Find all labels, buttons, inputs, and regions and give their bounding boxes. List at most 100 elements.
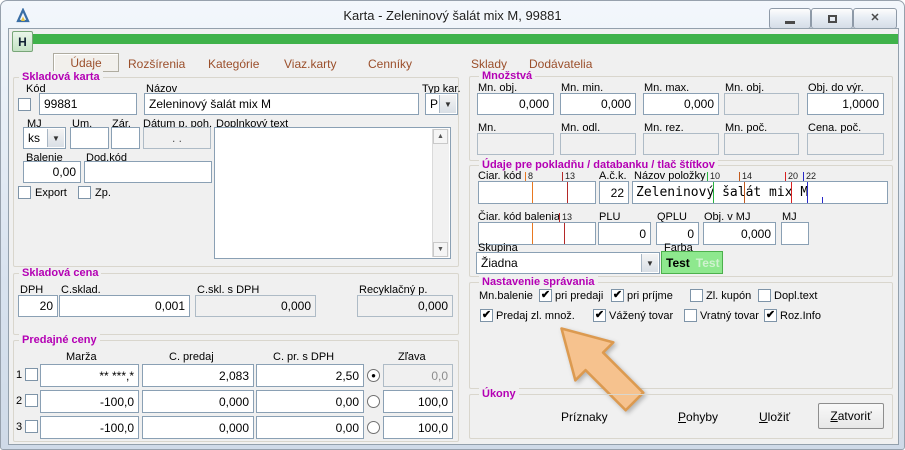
price-vat-field-1[interactable]: 2,50 bbox=[256, 364, 364, 387]
export-checkbox[interactable] bbox=[18, 186, 31, 199]
price-vat-field-2[interactable]: 0,00 bbox=[256, 390, 364, 413]
group-behavior-title: Nastavenie správania bbox=[479, 276, 598, 288]
item-name-ruler-tick bbox=[822, 197, 823, 203]
register-unit-field[interactable] bbox=[781, 222, 809, 245]
maximize-button[interactable] bbox=[811, 8, 853, 29]
checkbox-roz-info[interactable]: ✔ bbox=[764, 309, 777, 322]
price-row2-radio[interactable] bbox=[367, 395, 380, 408]
margin-field-2[interactable]: -100,0 bbox=[40, 390, 139, 413]
code-checkbox[interactable] bbox=[18, 98, 31, 111]
price-field-3[interactable]: 0,000 bbox=[142, 416, 254, 439]
group-sale-prices-title: Predajné ceny bbox=[19, 334, 100, 346]
recycling-field: 0,000 bbox=[357, 295, 453, 317]
package-barcode-ruler-line-8 bbox=[532, 223, 533, 244]
checkbox-predaj-zl-mnoz[interactable]: ✔ bbox=[480, 309, 493, 322]
tab-rozsirenia[interactable]: Rozšírenia bbox=[128, 57, 185, 71]
qty-reserved-field bbox=[643, 133, 719, 155]
name-field[interactable]: Zeleninový šalát mix M bbox=[144, 93, 419, 115]
qty-to-production-field[interactable]: 1,0000 bbox=[807, 93, 884, 115]
unit-combobox[interactable]: ks ▼ bbox=[23, 127, 66, 149]
chevron-down-icon[interactable]: ▼ bbox=[641, 254, 658, 272]
qty-order2-field bbox=[724, 93, 799, 115]
qty-stock-field bbox=[477, 133, 554, 155]
qty-min-field[interactable]: 0,000 bbox=[560, 93, 636, 115]
item-name-field[interactable]: Zeleninový šalát mix M bbox=[632, 181, 888, 204]
minimize-button[interactable] bbox=[769, 8, 811, 29]
order-in-unit-field[interactable]: 0,000 bbox=[703, 222, 776, 245]
extra-text-scrollbar[interactable]: ▲ ▼ bbox=[432, 129, 449, 257]
package-qty-label: Mn.balenie bbox=[479, 290, 533, 302]
pohyby-button[interactable]: Pohyby bbox=[678, 410, 718, 424]
location-field[interactable] bbox=[70, 127, 109, 149]
group-stock-price-title: Skladová cena bbox=[19, 267, 101, 279]
extra-text-textarea[interactable]: ▲ ▼ bbox=[214, 127, 451, 259]
price-row-num: 3 bbox=[16, 421, 22, 433]
checkbox-vratny-tovar[interactable] bbox=[684, 309, 697, 322]
minimize-icon bbox=[785, 21, 795, 24]
checkbox-pri-predaji[interactable]: ✔ bbox=[539, 289, 552, 302]
checkbox-pri-prijme[interactable]: ✔ bbox=[611, 289, 624, 302]
price-vat-field-3[interactable]: 0,00 bbox=[256, 416, 364, 439]
price-header: C. predaj bbox=[169, 351, 214, 363]
item-name-ruler-line-14 bbox=[744, 182, 745, 203]
barcode-field[interactable] bbox=[478, 181, 596, 204]
tab-udaje[interactable]: Údaje bbox=[53, 53, 119, 72]
warranty-field[interactable] bbox=[111, 127, 140, 149]
close-button[interactable]: ✕ bbox=[853, 8, 897, 29]
group-quantities-title: Množstvá bbox=[479, 70, 535, 82]
zatvorit-button[interactable]: Zatvoriť bbox=[818, 403, 884, 429]
price-field-1[interactable]: 2,083 bbox=[142, 364, 254, 387]
scroll-down-icon[interactable]: ▼ bbox=[433, 242, 448, 257]
chevron-down-icon[interactable]: ▼ bbox=[439, 95, 456, 113]
price-row1-radio[interactable]: ● bbox=[367, 369, 380, 382]
tab-cenniky[interactable]: Cenníky bbox=[368, 57, 412, 71]
chevron-down-icon[interactable]: ▼ bbox=[47, 129, 64, 147]
card-type-value: P bbox=[430, 97, 438, 111]
tab-sklady[interactable]: Sklady bbox=[471, 57, 507, 71]
item-name-ruler-line-22 bbox=[807, 182, 808, 203]
priznaky-button[interactable]: Príznaky bbox=[561, 410, 608, 424]
margin-field-1[interactable]: ** ***,* bbox=[40, 364, 139, 387]
margin-header: Marža bbox=[66, 351, 97, 363]
ulozit-button[interactable]: Uložiť bbox=[759, 410, 790, 424]
plu-field[interactable]: 0 bbox=[598, 222, 651, 245]
price-row1-checkbox[interactable] bbox=[25, 368, 38, 381]
qty-order-field[interactable]: 0,000 bbox=[477, 93, 554, 115]
zp-checkbox[interactable] bbox=[78, 186, 91, 199]
checkbox-zl-kupon[interactable] bbox=[690, 289, 703, 302]
tab-dodavatelia[interactable]: Dodávatelia bbox=[529, 57, 592, 71]
scroll-up-icon[interactable]: ▲ bbox=[433, 129, 448, 144]
price-vat-header: C. pr. s DPH bbox=[273, 351, 334, 363]
price-row3-checkbox[interactable] bbox=[25, 420, 38, 433]
group-combobox[interactable]: Žiadna ▼ bbox=[476, 252, 660, 274]
item-name-ruler-line-20 bbox=[791, 182, 792, 203]
checkbox-vratny-tovar-label: Vratný tovar bbox=[700, 310, 759, 322]
qty-max-field[interactable]: 0,000 bbox=[643, 93, 719, 115]
qty-odl-field bbox=[560, 133, 636, 155]
discount-field-3[interactable]: 100,0 bbox=[383, 416, 453, 439]
checkbox-roz-info-label: Roz.Info bbox=[780, 310, 821, 322]
checkbox-dopl-text[interactable] bbox=[758, 289, 771, 302]
card-type-combobox[interactable]: P ▼ bbox=[425, 93, 458, 115]
acn-field[interactable]: 22 bbox=[599, 181, 629, 204]
vat-field[interactable]: 20 bbox=[18, 295, 58, 317]
item-name-marker-10: 10 bbox=[707, 172, 720, 181]
price-row3-radio[interactable] bbox=[367, 421, 380, 434]
app-window: Karta - Zeleninový šalát mix M, 99881 ✕ … bbox=[0, 0, 905, 450]
color-sample[interactable]: Test Test bbox=[661, 251, 723, 274]
stock-price-field[interactable]: 0,001 bbox=[59, 295, 190, 317]
price-field-2[interactable]: 0,000 bbox=[142, 390, 254, 413]
package-field[interactable]: 0,00 bbox=[23, 161, 81, 183]
discount-field-2[interactable]: 100,0 bbox=[383, 390, 453, 413]
group-value: Žiadna bbox=[481, 256, 518, 270]
price-row2-checkbox[interactable] bbox=[25, 394, 38, 407]
tab-viaz-karty[interactable]: Viaz.karty bbox=[284, 57, 336, 71]
barcode-ruler-line-13 bbox=[567, 182, 568, 203]
price-row-num: 1 bbox=[16, 369, 22, 381]
color-sample-text-faded: Test bbox=[696, 256, 720, 270]
quick-h-button[interactable]: H bbox=[12, 31, 33, 52]
tab-kategorie[interactable]: Kategórie bbox=[208, 57, 259, 71]
code-field[interactable]: 99881 bbox=[39, 93, 137, 115]
margin-field-3[interactable]: -100,0 bbox=[40, 416, 139, 439]
supplier-code-field[interactable] bbox=[84, 161, 212, 183]
